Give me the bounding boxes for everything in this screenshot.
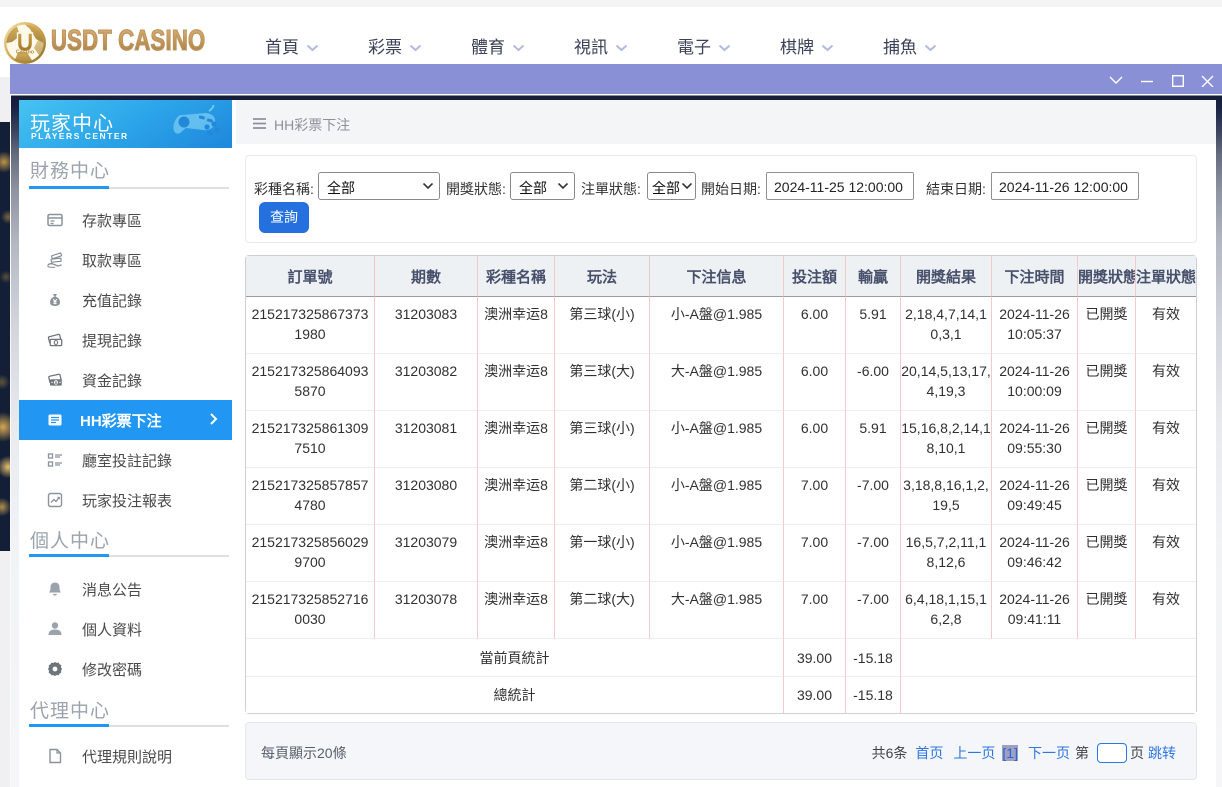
svg-text:Casino: Casino: [16, 50, 35, 56]
